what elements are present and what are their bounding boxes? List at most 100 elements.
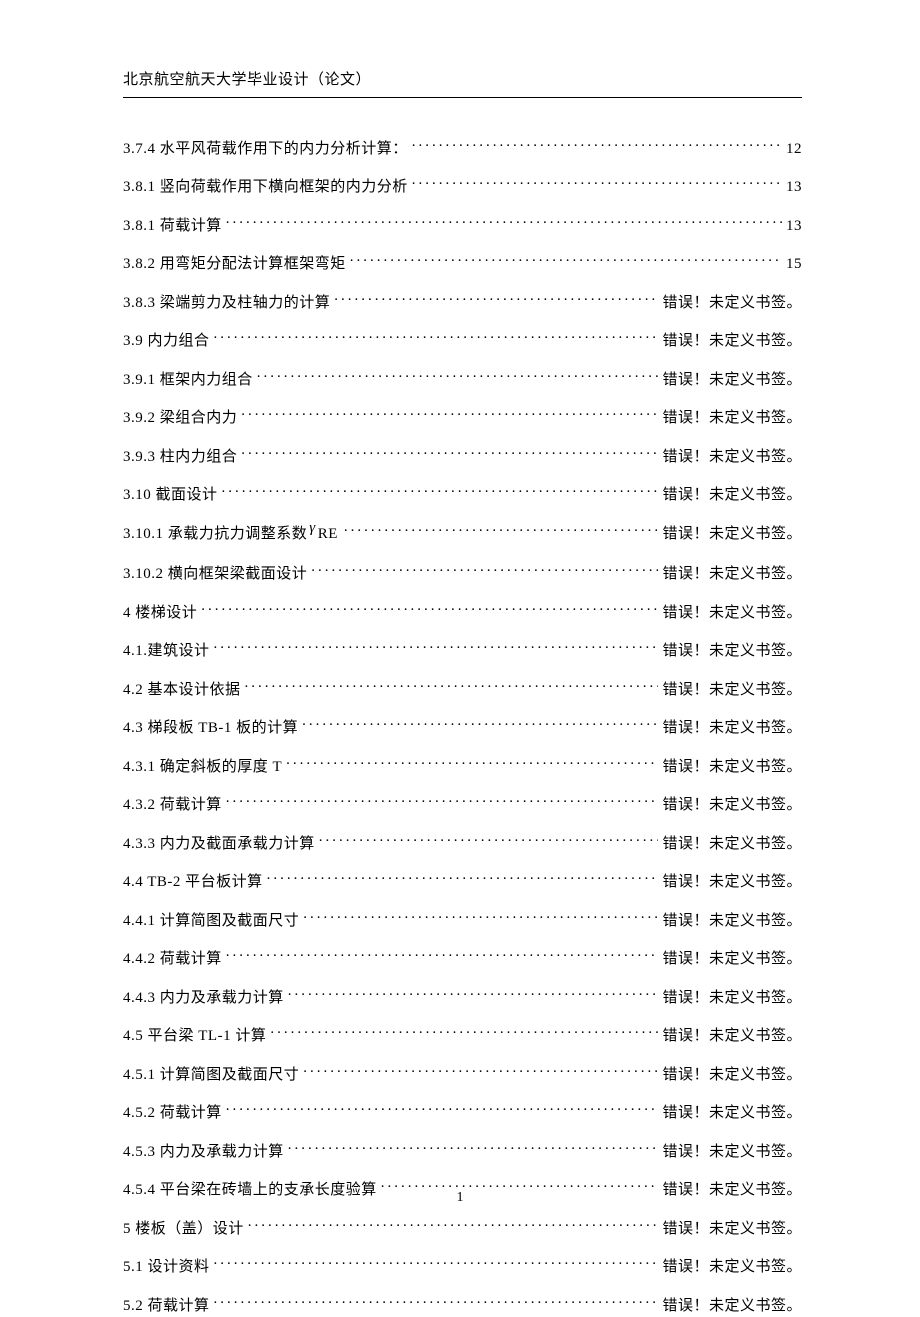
toc-entry-page: 错误！未定义书签。 [662, 679, 802, 701]
toc-leader-dots [245, 677, 659, 694]
toc-entry-title: 3.9 内力组合 [123, 330, 210, 352]
toc-entry: 4 楼梯设计 错误！未定义书签。 [123, 600, 802, 624]
toc-entry: 4.4.2 荷载计算 错误！未定义书签。 [123, 947, 802, 971]
page-number-value: 1 [457, 1190, 464, 1205]
toc-entry-title: 5.1 设计资料 [123, 1256, 210, 1278]
toc-entry-title: 3.8.1 荷载计算 [123, 215, 222, 237]
toc-leader-dots [241, 444, 658, 461]
table-of-contents: 3.7.4 水平风荷载作用下的内力分析计算：12 3.8.1 竖向荷载作用下横向框… [123, 136, 802, 1317]
toc-entry-page: 错误！未定义书签。 [662, 602, 802, 624]
gamma-subscript: RE [318, 526, 338, 542]
toc-entry: 3.8.3 梁端剪力及柱轴力的计算错误！未定义书签。 [123, 290, 802, 314]
toc-leader-dots [201, 600, 658, 617]
toc-entry-title: 4.3.2 荷载计算 [123, 794, 222, 816]
toc-leader-dots [214, 329, 659, 346]
toc-entry: 4.5 平台梁 TL-1 计算错误！未定义书签。 [123, 1024, 802, 1048]
toc-entry: 4.5.2 荷载计算 错误！未定义书签。 [123, 1101, 802, 1125]
toc-leader-dots [334, 290, 658, 307]
toc-entry-page: 错误！未定义书签。 [662, 369, 802, 391]
toc-entry: 5.1 设计资料错误！未定义书签。 [123, 1255, 802, 1279]
toc-entry: 3.9.3 柱内力组合错误！未定义书签。 [123, 444, 802, 468]
toc-entry: 4.4.3 内力及承载力计算 错误！未定义书签。 [123, 985, 802, 1009]
toc-entry-title: 3.10 截面设计 [123, 484, 218, 506]
toc-entry-title: 4.3.1 确定斜板的厚度 T [123, 756, 282, 778]
toc-entry-page: 13 [786, 176, 802, 198]
toc-leader-dots [303, 1062, 658, 1079]
toc-entry: 3.9 内力组合错误！未定义书签。 [123, 329, 802, 353]
toc-leader-dots [222, 483, 659, 500]
gamma-symbol-icon: γ [309, 520, 315, 536]
toc-leader-dots [412, 175, 782, 192]
toc-entry: 4.5.1 计算简图及截面尺寸 错误！未定义书签。 [123, 1062, 802, 1086]
toc-entry: 4.1.建筑设计错误！未定义书签。 [123, 639, 802, 663]
toc-leader-dots [302, 716, 658, 733]
toc-entry-page: 错误！未定义书签。 [662, 1064, 802, 1086]
toc-entry-title: 4.5.3 内力及承载力计算 [123, 1141, 284, 1163]
toc-entry-page: 错误！未定义书签。 [662, 987, 802, 1009]
toc-entry-title: 4.5 平台梁 TL-1 计算 [123, 1025, 266, 1047]
toc-leader-dots [267, 870, 659, 887]
toc-entry-page: 错误！未定义书签。 [662, 833, 802, 855]
toc-leader-dots [257, 367, 659, 384]
toc-entry-page: 错误！未定义书签。 [662, 407, 802, 429]
toc-entry: 3.9.1 框架内力组合 错误！未定义书签。 [123, 367, 802, 391]
toc-entry: 4.3.3 内力及截面承载力计算 错误！未定义书签。 [123, 831, 802, 855]
toc-entry-page: 错误！未定义书签。 [662, 292, 802, 314]
toc-leader-dots [270, 1024, 658, 1041]
toc-entry-title: 3.9.2 梁组合内力 [123, 407, 237, 429]
toc-entry-title: 5.2 荷载计算 [123, 1295, 210, 1317]
toc-leader-dots [214, 1293, 659, 1310]
toc-entry-title: 4.5.2 荷载计算 [123, 1102, 222, 1124]
toc-entry-page: 错误！未定义书签。 [662, 446, 802, 468]
toc-entry-title: 4.4.2 荷载计算 [123, 948, 222, 970]
toc-entry-title: 4.4.1 计算简图及截面尺寸 [123, 910, 299, 932]
toc-entry-page: 13 [786, 215, 802, 237]
toc-entry-page: 错误！未定义书签。 [662, 717, 802, 739]
toc-entry: 3.10.1 承载力抗力调整系数γRE 错误！未定义书签。 [123, 521, 802, 545]
toc-entry-page: 错误！未定义书签。 [662, 948, 802, 970]
toc-leader-dots [226, 793, 659, 810]
toc-entry: 3.10 截面设计错误！未定义书签。 [123, 483, 802, 507]
toc-entry-title: 4.4.3 内力及承载力计算 [123, 987, 284, 1009]
toc-leader-dots [248, 1216, 659, 1233]
toc-entry-title: 4.2 基本设计依据 [123, 679, 241, 701]
toc-entry-page: 错误！未定义书签。 [662, 794, 802, 816]
toc-leader-dots [288, 1139, 659, 1156]
toc-entry-page: 错误！未定义书签。 [662, 523, 802, 545]
toc-entry: 3.10.2 横向框架梁截面设计错误！未定义书签。 [123, 562, 802, 586]
toc-entry: 3.7.4 水平风荷载作用下的内力分析计算：12 [123, 136, 802, 160]
toc-entry-page: 错误！未定义书签。 [662, 1295, 802, 1317]
toc-entry: 4.2 基本设计依据 错误！未定义书签。 [123, 677, 802, 701]
toc-entry: 4.4.1 计算简图及截面尺寸 错误！未定义书签。 [123, 908, 802, 932]
toc-entry-page: 错误！未定义书签。 [662, 1102, 802, 1124]
toc-leader-dots [214, 639, 659, 656]
toc-entry-title: 4 楼梯设计 [123, 602, 197, 624]
toc-leader-dots [286, 754, 658, 771]
toc-leader-dots [412, 136, 782, 153]
toc-leader-dots [288, 985, 659, 1002]
toc-entry-title: 3.9.1 框架内力组合 [123, 369, 253, 391]
toc-entry-page: 15 [786, 253, 802, 275]
toc-entry: 4.4 TB-2 平台板计算错误！未定义书签。 [123, 870, 802, 894]
toc-leader-dots [303, 908, 658, 925]
toc-entry-title: 3.10.2 横向框架梁截面设计 [123, 563, 307, 585]
toc-entry: 3.8.1 竖向荷载作用下横向框架的内力分析13 [123, 175, 802, 199]
toc-entry-title: 4.3.3 内力及截面承载力计算 [123, 833, 315, 855]
toc-entry: 4.3.2 荷载计算 错误！未定义书签。 [123, 793, 802, 817]
toc-entry-title: 3.8.2 用弯矩分配法计算框架弯矩 [123, 253, 346, 275]
toc-entry: 3.8.1 荷载计算 13 [123, 213, 802, 237]
toc-leader-dots [226, 1101, 659, 1118]
toc-entry-title: 3.10.1 承载力抗力调整系数γRE [123, 523, 340, 545]
toc-leader-dots [226, 213, 782, 230]
toc-title-pre: 3.10.1 承载力抗力调整系数 [123, 526, 307, 542]
toc-entry-page: 错误！未定义书签。 [662, 756, 802, 778]
toc-entry-title: 4.5.1 计算简图及截面尺寸 [123, 1064, 299, 1086]
header-title: 北京航空航天大学毕业设计（论文） [123, 72, 371, 88]
toc-leader-dots [311, 562, 658, 579]
toc-entry: 5 楼板（盖）设计错误！未定义书签。 [123, 1216, 802, 1240]
toc-entry: 3.9.2 梁组合内力 错误！未定义书签。 [123, 406, 802, 430]
toc-entry-page: 错误！未定义书签。 [662, 640, 802, 662]
toc-entry-page: 错误！未定义书签。 [662, 910, 802, 932]
toc-leader-dots [350, 252, 782, 269]
toc-entry-title: 5 楼板（盖）设计 [123, 1218, 244, 1240]
